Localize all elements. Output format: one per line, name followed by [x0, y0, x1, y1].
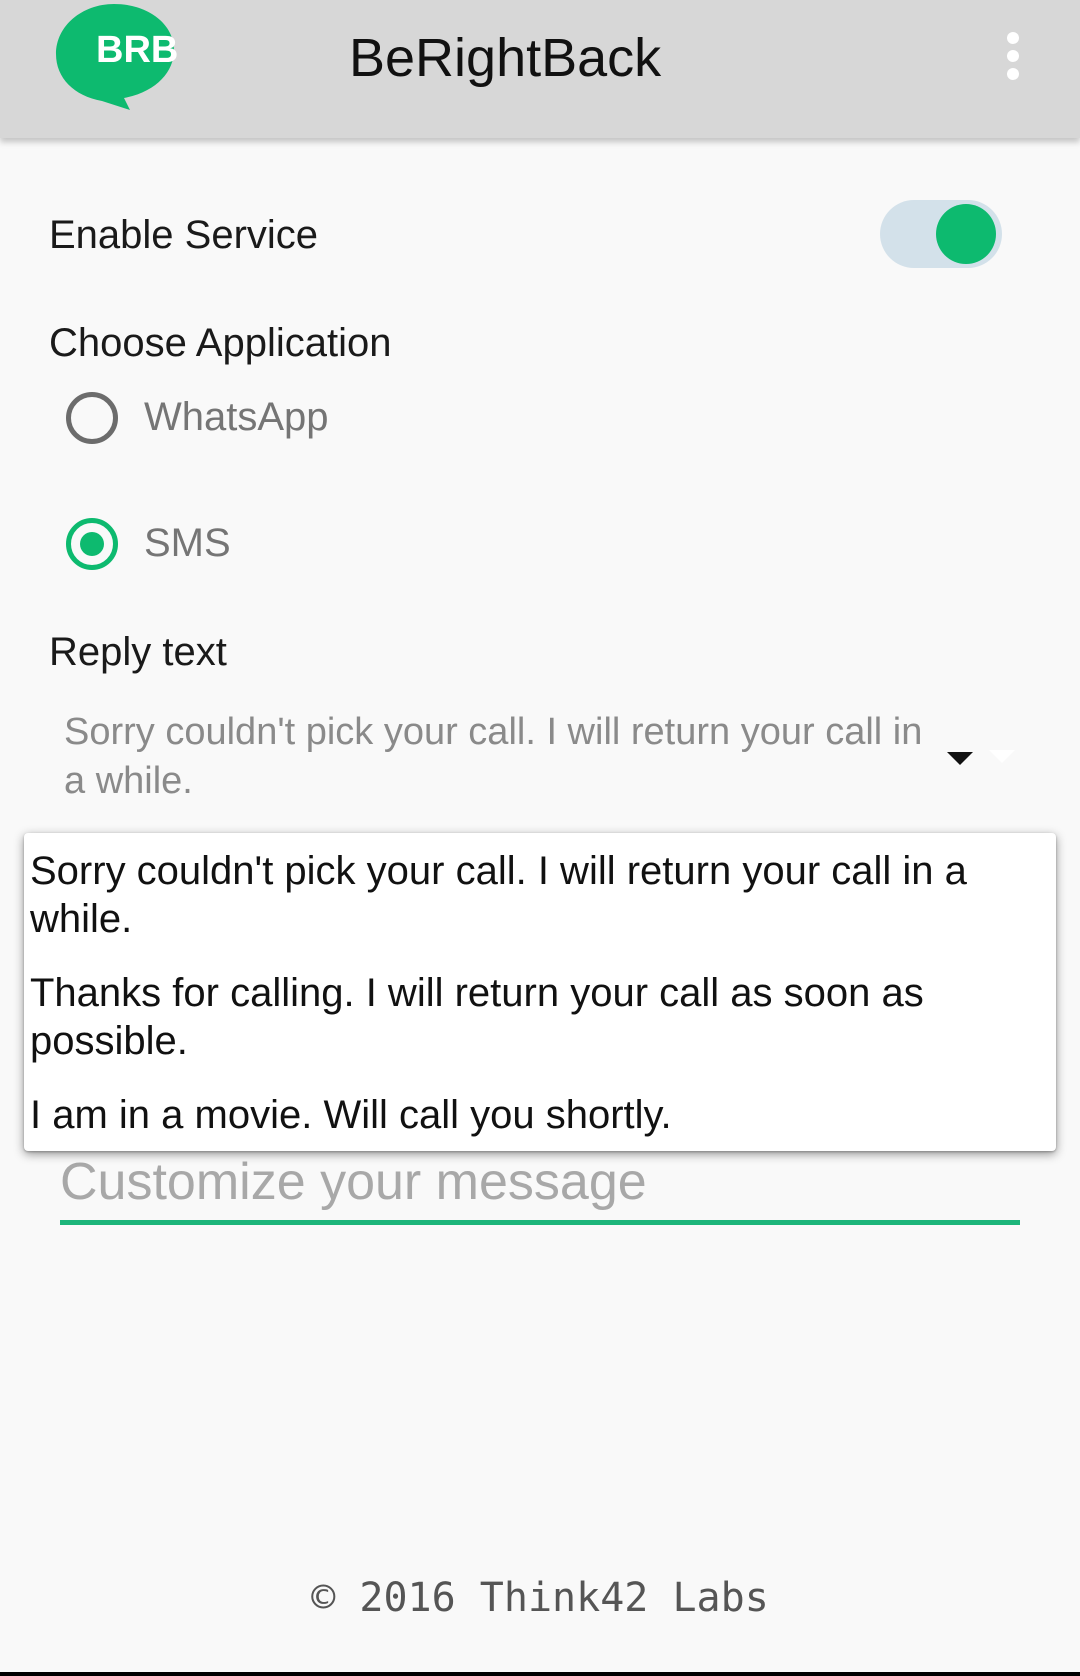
dropdown-option-2[interactable]: Thanks for calling. I will return your c… [30, 969, 1030, 1065]
radio-option-sms[interactable]: SMS [64, 516, 564, 580]
dropdown-option-1[interactable]: Sorry couldn't pick your call. I will re… [30, 847, 1030, 943]
copyright-footer: © 2016 Think42 Labs [311, 1575, 769, 1621]
enable-service-switch[interactable] [880, 198, 1004, 270]
app-title: BeRightBack [349, 28, 662, 88]
reply-text-selected: Sorry couldn't pick your call. I will re… [64, 711, 923, 802]
reply-text-label: Reply text [49, 630, 227, 674]
brb-logo-icon: BRB [56, 4, 178, 110]
dropdown-arrow-icon [947, 752, 973, 765]
bottom-edge [0, 1672, 1080, 1676]
dropdown-arrow-ghost-icon [989, 750, 1015, 763]
custom-message-input[interactable] [60, 1144, 1020, 1225]
switch-thumb [936, 204, 996, 264]
radio-option-whatsapp[interactable]: WhatsApp [64, 390, 564, 454]
radio-dot [80, 532, 104, 556]
enable-service-label: Enable Service [49, 213, 319, 257]
radio-unchecked-icon [66, 392, 118, 444]
radio-checked-icon [66, 518, 118, 570]
logo-text: BRB [96, 29, 178, 71]
reply-text-dropdown: Sorry couldn't pick your call. I will re… [24, 833, 1056, 1151]
radio-label-whatsapp: WhatsApp [144, 395, 329, 439]
radio-label-sms: SMS [144, 521, 231, 565]
more-vert-icon[interactable] [988, 24, 1038, 88]
dropdown-option-3[interactable]: I am in a movie. Will call you shortly. [30, 1091, 1030, 1139]
app-bar: BRB BeRightBack [0, 0, 1080, 138]
choose-application-label: Choose Application [49, 321, 392, 365]
